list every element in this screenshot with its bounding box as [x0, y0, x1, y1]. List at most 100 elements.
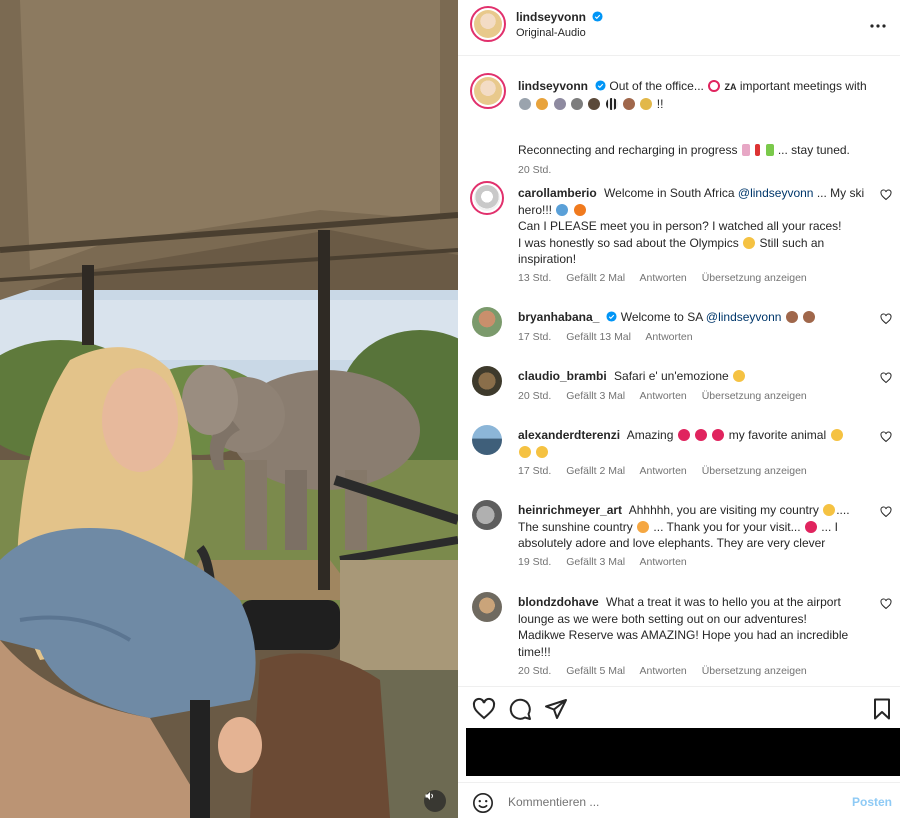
- heart-icon[interactable]: [880, 598, 892, 610]
- avatar[interactable]: [472, 366, 502, 396]
- avatar[interactable]: [472, 425, 502, 455]
- verified-badge-icon: [595, 80, 606, 91]
- comment-time[interactable]: 17 Std.: [518, 465, 551, 477]
- caption-text: lindseyvonn Out of the office... ZA impo…: [518, 78, 876, 112]
- red-heart-emoji-icon: [677, 429, 690, 441]
- lion-emoji-icon: [536, 97, 549, 110]
- comment-time[interactable]: 13 Std.: [518, 272, 551, 284]
- translate-button[interactable]: Übersetzung anzeigen: [702, 272, 807, 284]
- comment-username[interactable]: heinrichmeyer_art: [518, 503, 622, 517]
- reply-button[interactable]: Antworten: [640, 465, 687, 477]
- post-media[interactable]: [0, 0, 458, 818]
- mention-link[interactable]: @lindseyvonn: [706, 310, 782, 324]
- waving-hand-emoji-icon: [785, 311, 798, 323]
- mention-link[interactable]: @lindseyvonn: [738, 186, 814, 200]
- comment-text-1: Ahhhhh, you are visiting my country: [628, 503, 819, 517]
- comment-likes[interactable]: Gefällt 2 Mal: [566, 465, 625, 477]
- comment-text: claudio_brambi Safari e' un'emozione: [518, 368, 876, 385]
- comments-list[interactable]: lindseyvonn Out of the office... ZA impo…: [458, 57, 900, 685]
- comment-text-1: Welcome in South Africa: [604, 186, 735, 200]
- comment-username[interactable]: bryanhabana_: [518, 310, 599, 324]
- comment-time[interactable]: 19 Std.: [518, 556, 551, 568]
- reply-button[interactable]: Antworten: [645, 331, 692, 343]
- red-heart-emoji-icon: [712, 429, 725, 441]
- redacted-bar: [466, 728, 900, 776]
- audio-label[interactable]: Original-Audio: [516, 27, 586, 39]
- rhino-emoji-icon: [571, 97, 584, 110]
- comment-time[interactable]: 20 Std.: [518, 665, 551, 677]
- country-code: ZA: [724, 82, 737, 92]
- avatar[interactable]: [470, 73, 506, 109]
- battery-full-emoji-icon: [765, 144, 774, 156]
- comment-text-2b: ... Thank you for your visit...: [653, 519, 801, 534]
- verified-badge-icon: [592, 11, 603, 22]
- comment-username[interactable]: carollamberio: [518, 186, 597, 200]
- share-icon[interactable]: [544, 697, 568, 721]
- avatar[interactable]: [470, 181, 504, 215]
- comment-icon[interactable]: [508, 697, 532, 721]
- comment-text-1-end: ....: [836, 503, 850, 517]
- smiley-icon[interactable]: [472, 792, 494, 814]
- comment-time[interactable]: 20 Std.: [518, 390, 551, 402]
- comment-text-5: inspiration!: [518, 252, 577, 266]
- fire-emoji-icon: [573, 203, 586, 216]
- battery-low-emoji-icon: [741, 144, 750, 156]
- translate-button[interactable]: Übersetzung anzeigen: [702, 665, 807, 677]
- bookmark-icon[interactable]: [870, 697, 894, 721]
- avatar[interactable]: [472, 500, 502, 530]
- reply-button[interactable]: Antworten: [640, 665, 687, 677]
- comment-text: carollamberio Welcome in South Africa @l…: [518, 185, 876, 268]
- comment-likes[interactable]: Gefällt 3 Mal: [566, 556, 625, 568]
- avatar[interactable]: [472, 592, 502, 622]
- pink-heart-emoji-icon: [804, 520, 817, 533]
- comment-text-3: absolutely adore and love elephants. The…: [518, 536, 826, 550]
- heart-icon[interactable]: [880, 189, 892, 201]
- warthog-emoji-icon: [623, 97, 636, 110]
- translate-button[interactable]: Übersetzung anzeigen: [702, 465, 807, 477]
- comment-likes[interactable]: Gefällt 5 Mal: [566, 665, 625, 677]
- comment-text-1: Welcome to SA: [620, 310, 703, 324]
- waving-hand-emoji-icon: [803, 311, 816, 323]
- comment-input[interactable]: [508, 792, 828, 812]
- comment-meta: 19 Std. Gefällt 3 Mal Antworten: [518, 556, 699, 568]
- avatar[interactable]: [470, 6, 506, 42]
- comment-likes[interactable]: Gefällt 13 Mal: [566, 331, 631, 343]
- comment-text-4-end: Still such an: [759, 235, 825, 250]
- no-entry-emoji-icon: [708, 80, 721, 92]
- avatar[interactable]: [472, 307, 502, 337]
- caption-time[interactable]: 20 Std.: [518, 164, 551, 176]
- comment-meta: 17 Std. Gefällt 2 Mal Antworten Übersetz…: [518, 465, 819, 477]
- caption-username[interactable]: lindseyvonn: [518, 79, 588, 93]
- comment-username[interactable]: blondzdohave: [518, 595, 599, 609]
- post-button[interactable]: Posten: [852, 795, 892, 809]
- comment-likes[interactable]: Gefällt 3 Mal: [566, 390, 625, 402]
- caption-line-3: Reconnecting and recharging in progress …: [518, 142, 876, 159]
- comment-likes[interactable]: Gefällt 2 Mal: [566, 272, 625, 284]
- hugging-face-emoji-icon: [823, 504, 836, 516]
- heart-icon[interactable]: [880, 313, 892, 325]
- reply-button[interactable]: Antworten: [640, 272, 687, 284]
- buffalo-emoji-icon: [588, 97, 601, 110]
- heart-icon[interactable]: [472, 697, 496, 721]
- author-username[interactable]: lindseyvonn: [516, 10, 586, 24]
- raised-hands-emoji-icon: [830, 429, 843, 441]
- red-heart-emoji-icon: [695, 429, 708, 441]
- comment-text-1: What a treat it was to hello you at the …: [606, 595, 841, 609]
- comment-text-1-end: ... My ski: [816, 186, 865, 200]
- heart-icon[interactable]: [880, 506, 892, 518]
- comment-username[interactable]: alexanderdterenzi: [518, 428, 620, 442]
- sad-face-emoji-icon: [743, 236, 756, 249]
- mute-button[interactable]: [424, 790, 446, 812]
- verified-badge-icon: [606, 311, 617, 322]
- heart-icon[interactable]: [880, 372, 892, 384]
- heart-icon[interactable]: [880, 431, 892, 443]
- reply-button[interactable]: Antworten: [640, 390, 687, 402]
- post-header: lindseyvonn Original-Audio: [458, 0, 900, 56]
- comment-time[interactable]: 17 Std.: [518, 331, 551, 343]
- comment-username[interactable]: claudio_brambi: [518, 369, 607, 383]
- translate-button[interactable]: Übersetzung anzeigen: [702, 390, 807, 402]
- reply-button[interactable]: Antworten: [640, 556, 687, 568]
- more-button[interactable]: [868, 16, 888, 36]
- comment-meta: 20 Std. Gefällt 5 Mal Antworten Übersetz…: [518, 665, 819, 677]
- caption-line-1b: important meetings with: [739, 79, 867, 93]
